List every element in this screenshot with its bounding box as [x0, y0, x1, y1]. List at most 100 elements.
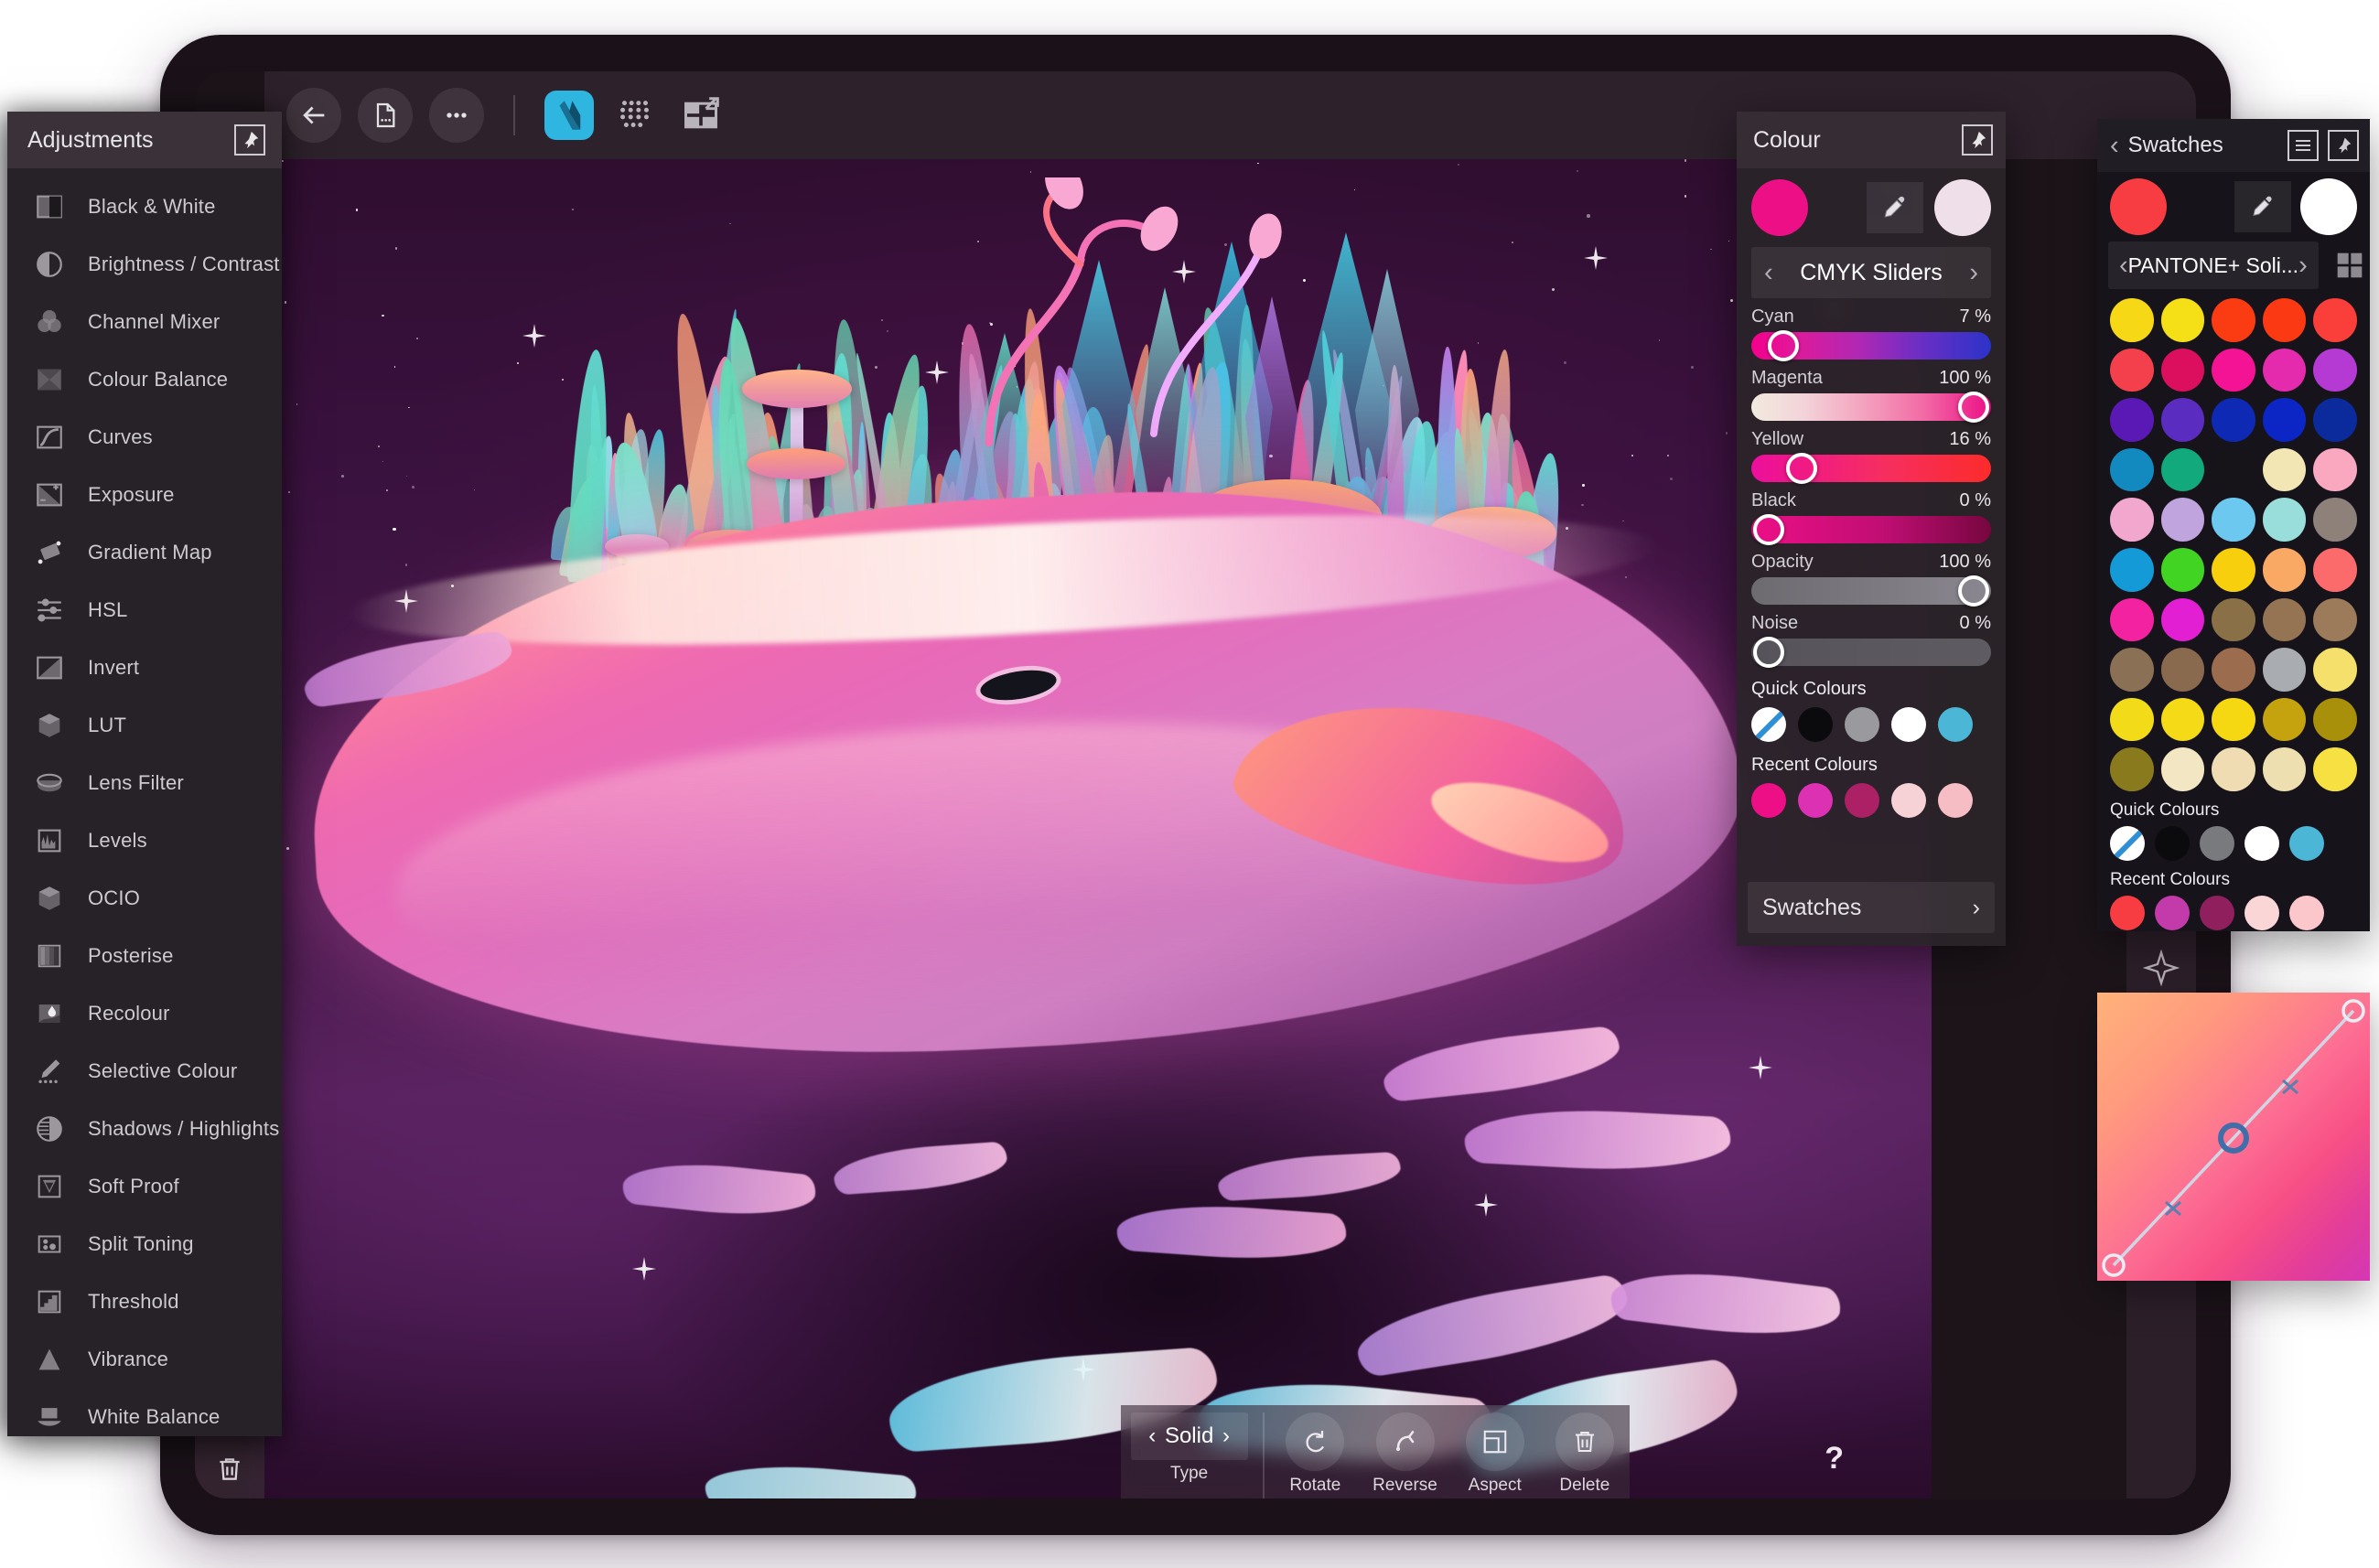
palette-swatch-34[interactable]: [2313, 597, 2358, 642]
palette-swatch-21[interactable]: [2160, 498, 2205, 542]
swatches-pin-button[interactable]: [2328, 130, 2359, 161]
recent-colour-swatch-3[interactable]: [1891, 783, 1926, 818]
delete-button[interactable]: [195, 1440, 264, 1498]
adjustment-item-brightness-contrast[interactable]: Brightness / Contrast: [7, 235, 282, 293]
rotate-button[interactable]: Rotate: [1270, 1412, 1360, 1496]
adjustment-item-lut[interactable]: LUT: [7, 696, 282, 754]
swatches-quick-swatch-1[interactable]: [2155, 826, 2190, 862]
adjustment-item-hsl[interactable]: HSL: [7, 581, 282, 639]
quick-colour-swatch-1[interactable]: [1798, 707, 1833, 742]
swatches-quick-swatch-4[interactable]: [2289, 826, 2324, 862]
quick-colour-swatch-2[interactable]: [1845, 707, 1879, 742]
palette-swatch-12[interactable]: [2212, 398, 2255, 442]
adjustment-item-recolour[interactable]: Recolour: [7, 984, 282, 1042]
adjustment-item-black-white[interactable]: Black & White: [7, 177, 282, 235]
slider-knob[interactable]: [1958, 392, 1989, 423]
adjustment-item-white-balance[interactable]: White Balance: [7, 1388, 282, 1445]
palette-swatch-48[interactable]: [2262, 747, 2307, 792]
palette-swatch-45[interactable]: [2110, 747, 2154, 792]
palette-swatch-28[interactable]: [2262, 548, 2307, 592]
palette-swatch-33[interactable]: [2262, 597, 2307, 642]
swatches-recent-swatch-0[interactable]: [2110, 896, 2145, 931]
palette-swatch-23[interactable]: [2262, 498, 2307, 542]
palette-swatch-5[interactable]: [2110, 348, 2154, 392]
swatches-recent-swatch-4[interactable]: [2289, 896, 2324, 931]
swatches-view-toggle[interactable]: [2330, 251, 2370, 280]
swatches-recent-swatch-2[interactable]: [2200, 896, 2234, 931]
adjustment-item-exposure[interactable]: Exposure: [7, 466, 282, 523]
palette-swatch-47[interactable]: [2212, 747, 2255, 792]
palette-swatch-30[interactable]: [2110, 597, 2154, 642]
slider-magenta[interactable]: Magenta 100 %: [1737, 360, 2006, 423]
palette-swatch-2[interactable]: [2212, 298, 2255, 342]
palette-swatch-22[interactable]: [2212, 498, 2255, 542]
palette-swatch-41[interactable]: [2160, 697, 2205, 742]
export-persona-button[interactable]: [676, 91, 726, 140]
palette-swatch-9[interactable]: [2313, 348, 2358, 392]
adjustment-item-split-toning[interactable]: Split Toning: [7, 1215, 282, 1273]
palette-swatch-18[interactable]: [2262, 447, 2307, 492]
adjustment-item-soft-proof[interactable]: Soft Proof: [7, 1157, 282, 1215]
recent-colour-swatch-0[interactable]: [1751, 783, 1786, 818]
help-button[interactable]: ?: [1825, 1441, 1844, 1477]
palette-swatch-49[interactable]: [2313, 747, 2358, 792]
chevron-left-icon[interactable]: ‹: [2119, 252, 2128, 279]
adjustment-item-lens-filter[interactable]: Lens Filter: [7, 754, 282, 811]
palette-swatch-14[interactable]: [2313, 398, 2358, 442]
back-button[interactable]: [286, 88, 341, 143]
slider-yellow[interactable]: Yellow 16 %: [1737, 421, 2006, 484]
palette-swatch-20[interactable]: [2110, 498, 2154, 542]
recent-colour-swatch-1[interactable]: [1798, 783, 1833, 818]
palette-swatch-25[interactable]: [2110, 548, 2154, 592]
chevron-right-icon[interactable]: ›: [1213, 1425, 1238, 1447]
slider-knob[interactable]: [1767, 330, 1799, 361]
palette-swatch-16[interactable]: [2160, 447, 2205, 492]
adjustment-item-threshold[interactable]: Threshold: [7, 1273, 282, 1330]
adjustment-item-gradient-map[interactable]: Gradient Map: [7, 523, 282, 581]
aspect-button[interactable]: Aspect: [1450, 1412, 1540, 1496]
adjustment-item-selective-colour[interactable]: Selective Colour: [7, 1042, 282, 1100]
adjustment-item-shadows-highlights[interactable]: Shadows / Highlights: [7, 1100, 282, 1157]
palette-swatch-15[interactable]: [2110, 447, 2154, 492]
palette-swatch-42[interactable]: [2212, 697, 2255, 742]
palette-swatch-35[interactable]: [2110, 648, 2154, 692]
palette-swatch-1[interactable]: [2160, 298, 2205, 342]
adjustment-item-posterise[interactable]: Posterise: [7, 927, 282, 984]
swatches-secondary-colour[interactable]: [2300, 178, 2357, 235]
more-button[interactable]: [429, 88, 484, 143]
chevron-left-icon[interactable]: ‹: [1140, 1425, 1165, 1447]
chevron-right-icon[interactable]: ›: [2298, 252, 2308, 279]
palette-swatch-37[interactable]: [2212, 648, 2255, 692]
slider-knob[interactable]: [1958, 575, 1989, 607]
document-button[interactable]: [358, 88, 413, 143]
palette-selector[interactable]: ‹ PANTONE+ Soli... ›: [2108, 242, 2319, 289]
palette-swatch-17[interactable]: [2212, 447, 2255, 492]
colour-model-selector[interactable]: ‹ CMYK Sliders ›: [1751, 247, 1991, 298]
adjustment-item-curves[interactable]: Curves: [7, 408, 282, 466]
slider-knob[interactable]: [1785, 453, 1817, 484]
photo-persona-button[interactable]: [544, 91, 594, 140]
palette-swatch-29[interactable]: [2313, 548, 2358, 592]
swatches-recent-swatch-1[interactable]: [2155, 896, 2190, 931]
palette-swatch-8[interactable]: [2262, 348, 2307, 392]
swatches-quick-swatch-2[interactable]: [2200, 826, 2234, 862]
palette-swatch-32[interactable]: [2212, 597, 2255, 642]
slider-track[interactable]: [1751, 453, 1991, 484]
swatches-quick-swatch-0[interactable]: [2110, 826, 2145, 862]
document-canvas[interactable]: ?: [248, 159, 1932, 1498]
chevron-right-icon[interactable]: ›: [1969, 259, 1978, 286]
palette-swatch-26[interactable]: [2160, 548, 2205, 592]
palette-swatch-24[interactable]: [2313, 498, 2358, 542]
palette-swatch-10[interactable]: [2110, 398, 2154, 442]
palette-swatch-40[interactable]: [2110, 697, 2154, 742]
adjustment-item-channel-mixer[interactable]: Channel Mixer: [7, 293, 282, 350]
slider-knob[interactable]: [1753, 637, 1784, 668]
palette-swatch-13[interactable]: [2262, 398, 2307, 442]
palette-swatch-44[interactable]: [2313, 697, 2358, 742]
slider-knob[interactable]: [1753, 514, 1784, 545]
slider-track[interactable]: [1751, 392, 1991, 423]
chevron-left-icon[interactable]: ‹: [1764, 259, 1773, 286]
palette-swatch-0[interactable]: [2110, 298, 2154, 342]
colour-eyedropper-button[interactable]: [1867, 182, 1923, 233]
palette-swatch-19[interactable]: [2313, 447, 2358, 492]
